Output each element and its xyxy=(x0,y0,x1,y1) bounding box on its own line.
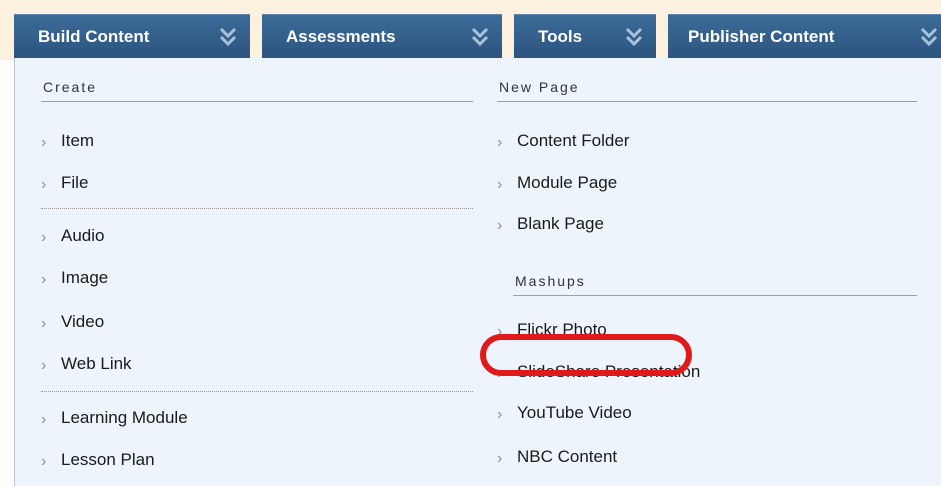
section-header-create: Create xyxy=(41,72,473,102)
double-chevron-down-icon xyxy=(919,26,939,48)
chevron-right-icon: › xyxy=(41,271,47,288)
tab-tools[interactable]: Tools xyxy=(514,14,656,58)
separator xyxy=(41,208,473,209)
chevron-right-icon: › xyxy=(497,450,503,467)
menu-item-content-folder[interactable]: › Content Folder xyxy=(497,128,629,154)
menu-item-label: Learning Module xyxy=(61,408,188,427)
chevron-right-icon: › xyxy=(497,176,503,193)
tab-label: Tools xyxy=(538,26,583,46)
chevron-right-icon: › xyxy=(41,357,47,374)
menu-item-label: SlideShare Presentation xyxy=(517,362,701,381)
tab-bar: Build Content Assessments Tools Publishe… xyxy=(0,0,941,60)
double-chevron-down-icon xyxy=(218,26,238,48)
menu-item-audio[interactable]: › Audio xyxy=(41,223,104,249)
menu-item-nbc-content[interactable]: › NBC Content xyxy=(497,444,617,470)
menu-item-label: YouTube Video xyxy=(517,403,632,422)
menu-item-file[interactable]: › File xyxy=(41,170,88,196)
chevron-right-icon: › xyxy=(41,315,47,332)
menu-item-video[interactable]: › Video xyxy=(41,309,104,335)
menu-item-learning-module[interactable]: › Learning Module xyxy=(41,405,188,431)
menu-item-label: Blank Page xyxy=(517,214,604,233)
separator xyxy=(41,391,473,392)
section-header-new-page: New Page xyxy=(497,72,917,102)
menu-item-label: Image xyxy=(61,268,109,287)
chevron-right-icon: › xyxy=(41,453,47,470)
double-chevron-down-icon xyxy=(624,26,644,48)
chevron-right-icon: › xyxy=(497,406,503,423)
tab-label: Assessments xyxy=(286,26,396,46)
menu-item-label: Web Link xyxy=(61,354,132,373)
menu-item-label: File xyxy=(61,173,89,192)
tab-assessments[interactable]: Assessments xyxy=(262,14,502,58)
chevron-right-icon: › xyxy=(497,134,503,151)
chevron-right-icon: › xyxy=(41,134,47,151)
menu-item-item[interactable]: › Item xyxy=(41,128,94,154)
menu-item-module-page[interactable]: › Module Page xyxy=(497,170,617,196)
double-chevron-down-icon xyxy=(470,26,490,48)
tab-build-content[interactable]: Build Content xyxy=(14,14,250,58)
menu-item-blank-page[interactable]: › Blank Page xyxy=(497,211,604,237)
tab-publisher-content[interactable]: Publisher Content xyxy=(668,14,941,58)
chevron-right-icon: › xyxy=(497,323,503,340)
chevron-right-icon: › xyxy=(497,365,503,382)
menu-item-label: Content Folder xyxy=(517,131,630,150)
menu-item-image[interactable]: › Image xyxy=(41,265,108,291)
tab-label: Build Content xyxy=(38,26,150,46)
menu-item-flickr-photo[interactable]: › Flickr Photo xyxy=(497,317,607,343)
menu-item-label: Video xyxy=(61,312,105,331)
menu-item-label: Lesson Plan xyxy=(61,450,155,469)
build-content-menu: Create › Item › File › Audio › Image › V… xyxy=(14,58,941,486)
menu-item-label: NBC Content xyxy=(517,447,618,466)
chevron-right-icon: › xyxy=(41,176,47,193)
tab-label: Publisher Content xyxy=(688,26,835,46)
menu-item-label: Audio xyxy=(61,226,105,245)
chevron-right-icon: › xyxy=(497,217,503,234)
menu-item-slideshare-presentation[interactable]: › SlideShare Presentation xyxy=(497,359,700,385)
section-header-mashups: Mashups xyxy=(513,266,917,296)
menu-item-lesson-plan[interactable]: › Lesson Plan xyxy=(41,447,155,473)
chevron-right-icon: › xyxy=(41,411,47,428)
menu-item-youtube-video[interactable]: › YouTube Video xyxy=(497,400,632,426)
menu-item-label: Module Page xyxy=(517,173,618,192)
chevron-right-icon: › xyxy=(41,229,47,246)
menu-item-label: Item xyxy=(61,131,95,150)
menu-item-web-link[interactable]: › Web Link xyxy=(41,351,132,377)
menu-item-label: Flickr Photo xyxy=(517,320,607,339)
